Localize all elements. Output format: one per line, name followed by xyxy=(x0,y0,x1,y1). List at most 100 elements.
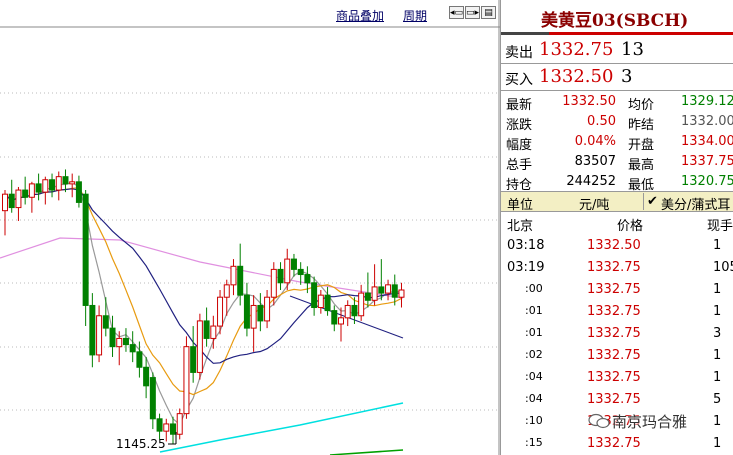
scroll-right-button[interactable]: ▭▸ xyxy=(465,6,480,19)
tick-time: :02 xyxy=(525,348,543,361)
tick-row[interactable]: :04 1332.75 1 xyxy=(501,367,733,389)
quote-stat-row: 持仓 244252 最低 1320.75 xyxy=(501,172,733,193)
tick-price: 1332.75 xyxy=(587,260,641,275)
tick-volume: 1 xyxy=(713,282,722,297)
tick-volume: 1 xyxy=(713,348,722,363)
tick-row[interactable]: :02 1332.75 1 xyxy=(501,345,733,367)
arrow-right-icon: ▭▸ xyxy=(466,8,480,18)
tick-row[interactable]: :01 1332.75 1 xyxy=(501,301,733,323)
candle-body xyxy=(116,337,123,348)
tick-row[interactable]: 03:19 1332.75 105 xyxy=(501,257,733,279)
unit-bar: 单位 元/吨 ✔ 美分/蒲式耳 xyxy=(501,191,733,213)
tick-header: 北京 价格 现手 xyxy=(501,212,733,234)
tick-volume: 105 xyxy=(713,260,733,275)
candle-body xyxy=(311,282,318,309)
unit-label: 单位 xyxy=(507,198,534,213)
tick-volume: 1 xyxy=(713,436,722,451)
candle-body xyxy=(217,296,224,327)
stat-value: 0.04% xyxy=(574,134,616,149)
tick-price: 1332.75 xyxy=(587,282,641,297)
tick-price: 1332.75 xyxy=(587,304,641,319)
ma-line-green xyxy=(329,449,404,455)
tick-price: 1332.50 xyxy=(587,238,641,253)
candle-body xyxy=(378,286,385,294)
candle-body xyxy=(237,265,244,296)
check-icon: ✔ xyxy=(647,194,658,209)
ma-line-orange xyxy=(4,187,402,396)
stat-value: 1329.12 xyxy=(681,94,733,109)
tick-row[interactable]: :00 1332.75 1 xyxy=(501,279,733,301)
tick-header-time: 北京 xyxy=(507,219,534,234)
divider xyxy=(643,193,644,210)
stat-label: 开盘 xyxy=(628,138,655,153)
candle-body xyxy=(183,346,190,415)
scroll-left-button[interactable]: ◂▭ xyxy=(449,6,464,19)
tick-time: :01 xyxy=(525,304,543,317)
sell-label: 卖出 xyxy=(505,45,533,61)
buy-label: 买入 xyxy=(505,72,533,88)
tick-header-volume: 现手 xyxy=(707,219,733,234)
candle-body xyxy=(8,193,15,209)
tick-price: 1332.75 xyxy=(587,436,641,451)
stat-value: 1337.75 xyxy=(681,154,733,169)
unit-switch[interactable]: 美分/蒲式耳 xyxy=(661,194,730,213)
candle-body xyxy=(304,274,311,284)
overlay-commodity-button[interactable]: 商品叠加 xyxy=(336,7,384,24)
sell-price: 1332.75 xyxy=(539,39,614,60)
tick-row[interactable]: :15 1332.75 1 xyxy=(501,433,733,455)
period-button[interactable]: 周期 xyxy=(403,7,427,24)
quote-stat-row: 幅度 0.04% 开盘 1334.00 xyxy=(501,132,733,153)
candle-body xyxy=(290,258,297,270)
candle-body xyxy=(35,183,42,193)
candle-body xyxy=(250,304,257,329)
candle-body xyxy=(358,292,365,317)
stat-label: 涨跌 xyxy=(506,118,533,133)
zoom-button[interactable]: ▤ xyxy=(481,6,496,19)
divider xyxy=(501,90,733,91)
candle-body xyxy=(176,413,183,435)
sell-row: 卖出 1332.75 13 xyxy=(501,37,733,63)
candle-body xyxy=(371,286,378,301)
candle-body xyxy=(277,268,284,284)
stat-value: 244252 xyxy=(566,174,616,189)
candle-body xyxy=(75,181,82,203)
stat-value: 1320.75 xyxy=(681,174,733,189)
candle-body xyxy=(203,320,210,339)
contract-title: 美黄豆03(SBCH) xyxy=(541,11,689,31)
candle-body xyxy=(156,418,163,432)
unit-value: 元/吨 xyxy=(579,198,610,213)
candle-body xyxy=(344,304,351,319)
sell-volume: 13 xyxy=(621,39,644,60)
tick-price: 1332.75 xyxy=(587,348,641,363)
candle-body xyxy=(364,292,371,301)
candle-body xyxy=(317,294,324,309)
candle-body xyxy=(243,294,250,329)
stat-label: 昨结 xyxy=(628,118,655,133)
tick-price: 1332.75 xyxy=(587,370,641,385)
tick-volume: 1 xyxy=(713,304,722,319)
tick-price: 1332.75 xyxy=(587,326,641,341)
buy-price: 1332.50 xyxy=(539,66,614,87)
candle-body xyxy=(338,317,344,325)
candle-body xyxy=(223,284,230,298)
quote-stat-row: 最新 1332.50 均价 1329.12 xyxy=(501,92,733,113)
tick-row[interactable]: 03:18 1332.50 1 xyxy=(501,235,733,257)
candle-body xyxy=(385,284,392,294)
candle-body xyxy=(196,320,203,373)
candle-body xyxy=(109,327,116,348)
candle-body xyxy=(15,189,22,209)
ma-line-gray xyxy=(4,181,402,426)
kline-chart[interactable] xyxy=(0,0,500,455)
arrow-left-icon: ◂▭ xyxy=(450,8,464,18)
buy-volume: 3 xyxy=(621,66,633,87)
wechat-icon xyxy=(588,413,610,429)
tick-volume: 1 xyxy=(713,238,722,253)
tick-volume: 1 xyxy=(713,370,722,385)
stat-label: 幅度 xyxy=(506,138,533,153)
tick-time: 03:19 xyxy=(507,260,545,275)
tick-row[interactable]: :01 1332.75 3 xyxy=(501,323,733,345)
candle-body xyxy=(129,344,136,353)
tick-row[interactable]: :04 1332.75 5 xyxy=(501,389,733,411)
kline-chart-pane[interactable]: 商品叠加 周期 ◂▭ ▭▸ ▤ 1145.25 xyxy=(0,0,500,455)
ma-line-navy xyxy=(4,188,402,364)
